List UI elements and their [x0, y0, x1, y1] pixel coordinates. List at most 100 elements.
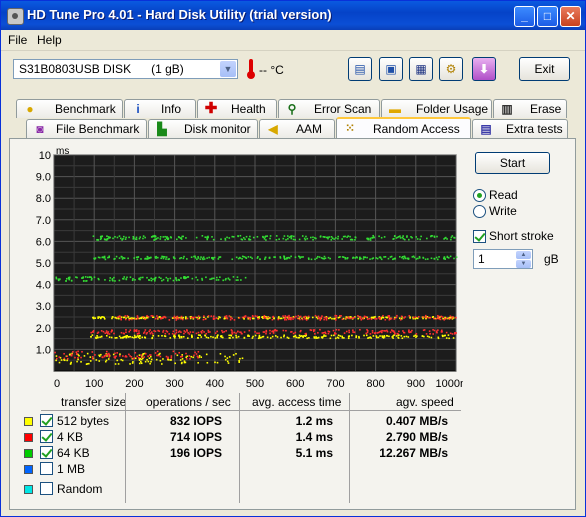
- maximize-button[interactable]: □: [537, 6, 558, 27]
- data-point: [317, 331, 319, 334]
- data-point: [175, 331, 178, 334]
- data-point: [365, 316, 368, 318]
- data-point: [260, 336, 262, 339]
- tab-extra-tests[interactable]: ▤ Extra tests: [472, 119, 568, 138]
- data-point: [77, 350, 79, 353]
- tab-health[interactable]: ✚ Health: [197, 99, 277, 118]
- tab-error-scan[interactable]: ⚲ Error Scan: [278, 99, 380, 118]
- data-point: [194, 351, 196, 354]
- data-point: [244, 276, 247, 279]
- data-point: [187, 337, 189, 339]
- data-point: [370, 318, 373, 320]
- folder-icon: ▬: [389, 102, 401, 116]
- data-point: [70, 279, 73, 282]
- read-radio[interactable]: [473, 189, 486, 202]
- series-checkbox[interactable]: [40, 482, 53, 495]
- data-point: [271, 318, 274, 321]
- data-point: [292, 318, 294, 320]
- title-bar[interactable]: HD Tune Pro 4.01 - Hard Disk Utility (tr…: [1, 1, 585, 30]
- tab-disk-monitor[interactable]: ▙ Disk monitor: [148, 119, 258, 138]
- save-button[interactable]: ▦: [409, 57, 433, 81]
- data-point: [138, 362, 141, 365]
- data-point: [436, 331, 438, 334]
- data-point: [164, 235, 166, 238]
- data-point: [413, 335, 415, 337]
- data-point: [446, 255, 449, 258]
- menu-help[interactable]: Help: [37, 33, 62, 47]
- data-point: [128, 330, 131, 333]
- data-point: [216, 361, 219, 364]
- data-point: [252, 315, 254, 318]
- data-point: [200, 356, 203, 358]
- data-point: [290, 255, 292, 258]
- short-stroke-checkbox[interactable]: [473, 230, 486, 243]
- data-point: [416, 335, 418, 337]
- data-point: [163, 256, 166, 258]
- series-swatch: [24, 465, 33, 474]
- speed-cell: 12.267 MB/s: [379, 446, 448, 460]
- tab-file-benchmark[interactable]: ◙ File Benchmark: [26, 119, 147, 138]
- data-point: [91, 351, 94, 353]
- short-stroke-spinner[interactable]: 1 ▲ ▼: [473, 249, 533, 269]
- data-point: [180, 237, 182, 239]
- series-checkbox[interactable]: [40, 414, 53, 427]
- tab-info[interactable]: i Info: [124, 99, 196, 118]
- tab-random-access[interactable]: ⁙ Random Access: [336, 117, 471, 138]
- data-point: [175, 238, 178, 241]
- tab-benchmark[interactable]: ● Benchmark: [16, 99, 123, 118]
- copy-screenshot-button[interactable]: ▣: [379, 57, 403, 81]
- window-title: HD Tune Pro 4.01 - Hard Disk Utility (tr…: [27, 7, 332, 22]
- spin-down-icon[interactable]: ▼: [516, 260, 531, 268]
- data-point: [197, 257, 200, 259]
- data-point: [266, 235, 268, 237]
- data-point: [157, 256, 159, 259]
- data-point: [274, 329, 277, 331]
- options-button[interactable]: ⚙: [439, 57, 463, 81]
- close-button[interactable]: ✕: [560, 6, 581, 27]
- data-point: [263, 238, 266, 240]
- data-point: [119, 355, 121, 357]
- exit-button[interactable]: Exit: [519, 57, 570, 81]
- data-point: [139, 236, 142, 238]
- tab-erase[interactable]: ▥ Erase: [493, 99, 567, 118]
- write-radio[interactable]: [473, 205, 486, 218]
- data-point: [375, 257, 377, 259]
- data-point: [396, 332, 399, 335]
- data-point: [351, 238, 354, 241]
- data-point: [168, 258, 170, 260]
- y-tick-label: 8.0: [36, 193, 51, 205]
- data-point: [180, 315, 183, 318]
- tab-folder-usage[interactable]: ▬ Folder Usage: [381, 99, 492, 118]
- series-checkbox[interactable]: [40, 462, 53, 475]
- drive-select[interactable]: S31B0803USB DISK (1 gB) ▼: [13, 59, 238, 79]
- data-point: [196, 337, 199, 339]
- data-point: [124, 238, 127, 240]
- data-point: [338, 316, 341, 319]
- data-point: [139, 334, 141, 337]
- data-point: [205, 332, 208, 335]
- data-point: [104, 258, 107, 261]
- data-point: [108, 333, 111, 335]
- data-point: [114, 357, 117, 359]
- data-point: [207, 235, 209, 238]
- chevron-down-icon[interactable]: ▼: [220, 61, 236, 77]
- spin-up-icon[interactable]: ▲: [516, 251, 531, 259]
- data-point: [131, 279, 134, 282]
- series-checkbox[interactable]: [40, 430, 53, 443]
- data-point: [226, 360, 229, 363]
- data-point: [395, 335, 398, 337]
- tab-aam[interactable]: ◀ AAM: [259, 119, 335, 138]
- menu-file[interactable]: File: [8, 33, 27, 47]
- download-button[interactable]: ⬇: [472, 57, 496, 81]
- app-disk-icon: [7, 8, 24, 25]
- data-point: [87, 362, 90, 365]
- data-point: [138, 317, 141, 320]
- minimize-button[interactable]: _: [514, 6, 535, 27]
- data-point: [137, 357, 140, 359]
- series-checkbox[interactable]: [40, 446, 53, 459]
- data-point: [237, 335, 240, 338]
- copy-text-button[interactable]: ▤: [348, 57, 372, 81]
- start-button[interactable]: Start: [475, 152, 550, 174]
- data-point: [451, 235, 454, 237]
- data-point: [131, 336, 134, 339]
